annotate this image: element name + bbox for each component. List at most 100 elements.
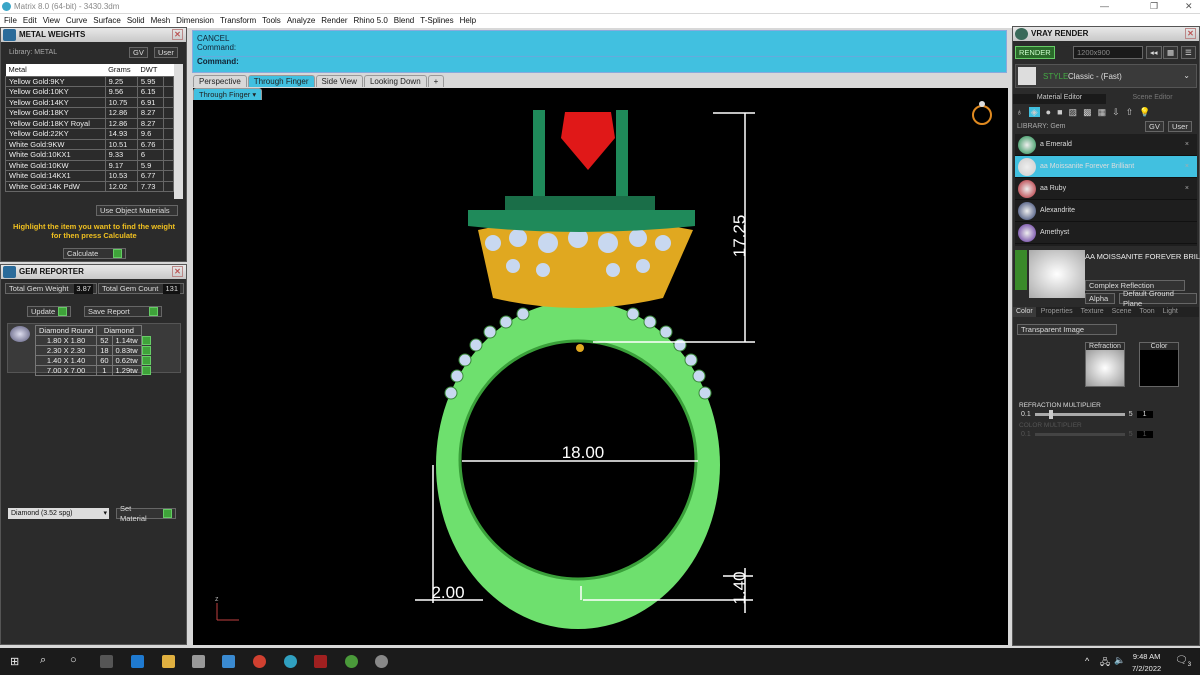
task-view-icon[interactable] (100, 655, 113, 668)
tab-through-finger[interactable]: Through Finger (247, 75, 315, 87)
close-icon[interactable]: ✕ (1185, 28, 1196, 39)
network-icon[interactable]: 🖧 (1100, 655, 1110, 671)
material-item[interactable]: Amethyst (1015, 222, 1197, 244)
slider-thumb[interactable] (1049, 410, 1054, 419)
menu-transform[interactable]: Transform (220, 14, 256, 28)
material-item[interactable]: aa Ruby × (1015, 178, 1197, 200)
mail-icon[interactable] (222, 655, 235, 668)
app-icon[interactable] (314, 655, 327, 668)
image-mode-select[interactable]: Transparent Image (1017, 324, 1117, 335)
menu-render[interactable]: Render (321, 14, 347, 28)
material-item[interactable]: aa Moissanite Forever Brilliant × (1015, 156, 1197, 178)
pattern-icon[interactable]: ▩ (1083, 107, 1092, 117)
rewind-button[interactable]: ◂◂ (1146, 46, 1162, 59)
color-slot[interactable]: Color (1139, 342, 1179, 387)
select-gems-button[interactable] (141, 366, 151, 376)
table-row[interactable]: Yellow Gold:18KY Royal 12.86 8.27 (5, 117, 174, 129)
tab--[interactable]: + (427, 75, 445, 87)
table-row[interactable]: White Gold:10KX1 9.33 6 (5, 149, 174, 161)
windows-start-icon[interactable]: ⊞ (10, 655, 19, 668)
tab-side-view[interactable]: Side View (315, 75, 363, 87)
table-row[interactable]: White Gold:10KW 9.17 5.9 (5, 159, 174, 171)
store-icon[interactable] (192, 655, 205, 668)
menu-tools[interactable]: Tools (262, 14, 281, 28)
material-item[interactable]: Alexandrite (1015, 200, 1197, 222)
table-row[interactable]: Yellow Gold:14KY 10.75 6.91 (5, 96, 174, 108)
menu-view[interactable]: View (43, 14, 60, 28)
table-row[interactable]: White Gold:14K PdW 12.02 7.73 (5, 180, 174, 192)
gv-toggle[interactable]: GV (1145, 121, 1164, 132)
table-row[interactable]: Yellow Gold:18KY 12.86 8.27 (5, 107, 174, 119)
light-icon[interactable]: 💡 (1139, 107, 1150, 117)
clock[interactable]: 9:48 AM 7/2/2022 (1132, 652, 1161, 673)
menu-edit[interactable]: Edit (23, 14, 37, 28)
table-row[interactable]: White Gold:9KW 10.51 6.76 (5, 138, 174, 150)
material-select[interactable]: Diamond (3.52 spg) ▾ (8, 508, 109, 519)
maximize-button[interactable]: ❐ (1150, 0, 1158, 13)
tray-chevron-icon[interactable]: ^ (1085, 656, 1089, 666)
select-gems-button[interactable] (141, 346, 151, 356)
tab-looking-down[interactable]: Looking Down (363, 75, 427, 87)
alpha-toggle[interactable]: Alpha (1085, 293, 1115, 304)
file-explorer-icon[interactable] (162, 655, 175, 668)
matrix-icon[interactable] (284, 655, 297, 668)
remove-icon[interactable]: × (1185, 163, 1189, 170)
menu-dimension[interactable]: Dimension (176, 14, 214, 28)
app-icon-2[interactable] (375, 655, 388, 668)
import-icon[interactable]: ⇩ (1112, 107, 1120, 117)
close-button[interactable]: ✕ (1185, 0, 1193, 13)
menu-t-splines[interactable]: T-Splines (420, 14, 453, 28)
set-material-button[interactable]: Set Material (116, 504, 176, 523)
command-input[interactable] (242, 57, 1002, 66)
rhino-icon[interactable] (345, 655, 358, 668)
ground-plane-select[interactable]: Default Ground Plane (1119, 289, 1197, 308)
drop-icon[interactable]: ♁ (1016, 107, 1023, 117)
close-icon[interactable]: ✕ (172, 29, 183, 40)
menu-analyze[interactable]: Analyze (287, 14, 315, 28)
ring-view-icon[interactable] (972, 101, 992, 125)
style-select[interactable]: STYLE Classic - (Fast) ⌄ (1015, 64, 1197, 88)
sphere-icon[interactable]: ● (1046, 107, 1051, 117)
scrollbar[interactable] (174, 64, 183, 199)
square-icon[interactable]: ■ (1057, 107, 1062, 117)
collapse-button[interactable] (1015, 250, 1027, 290)
menu-mesh[interactable]: Mesh (151, 14, 171, 28)
volume-icon[interactable]: 🔈 (1114, 655, 1125, 666)
chrome-icon[interactable] (253, 655, 266, 668)
search-icon[interactable]: ⌕ (40, 654, 46, 667)
resolution-select[interactable]: 1200x900 (1073, 46, 1143, 59)
value[interactable]: 1 (1136, 411, 1153, 418)
export-icon[interactable]: ⇧ (1126, 107, 1134, 117)
tab-scene-editor[interactable]: Scene Editor (1106, 94, 1199, 104)
user-toggle[interactable]: User (1168, 121, 1192, 132)
menu-rhino-5-0[interactable]: Rhino 5.0 (354, 14, 388, 28)
noise-icon[interactable]: ▦ (1098, 107, 1107, 117)
menu-curve[interactable]: Curve (66, 14, 87, 28)
settings-button[interactable]: ☰ (1181, 46, 1196, 59)
tab-perspective[interactable]: Perspective (193, 75, 247, 87)
gem-icon[interactable]: ◈ (1028, 107, 1040, 117)
menu-help[interactable]: Help (460, 14, 476, 28)
select-gems-button[interactable] (141, 356, 151, 366)
cortana-icon[interactable]: ○ (70, 654, 77, 666)
user-toggle[interactable]: User (154, 47, 178, 58)
table-row[interactable]: Yellow Gold:22KY 14.93 9.6 (5, 128, 174, 140)
refraction-multiplier-slider[interactable]: 0.1 5 1 (1021, 410, 1199, 419)
tab-material-editor[interactable]: Material Editor (1013, 94, 1106, 104)
save-report-button[interactable]: Save Report (84, 306, 162, 317)
edge-icon[interactable] (131, 655, 144, 668)
refraction-slot[interactable]: Refraction (1085, 342, 1125, 387)
remove-icon[interactable]: × (1185, 141, 1189, 148)
table-row[interactable]: Yellow Gold:9KY 9.25 5.95 (5, 75, 174, 87)
material-item[interactable]: a Emerald × (1015, 134, 1197, 156)
menu-surface[interactable]: Surface (93, 14, 121, 28)
table-row[interactable]: White Gold:14KX1 10.53 6.77 (5, 170, 174, 182)
use-object-materials-button[interactable]: Use Object Materials (96, 205, 178, 216)
menu-solid[interactable]: Solid (127, 14, 145, 28)
close-icon[interactable]: ✕ (172, 266, 183, 277)
update-button[interactable]: Update (27, 306, 71, 317)
frame-buffer-button[interactable]: ▦ (1163, 46, 1179, 59)
notifications-icon[interactable]: 🗨3 (1175, 655, 1191, 668)
calculate-button[interactable]: Calculate (63, 248, 126, 259)
table-row[interactable]: Yellow Gold:10KY 9.56 6.15 (5, 86, 174, 98)
